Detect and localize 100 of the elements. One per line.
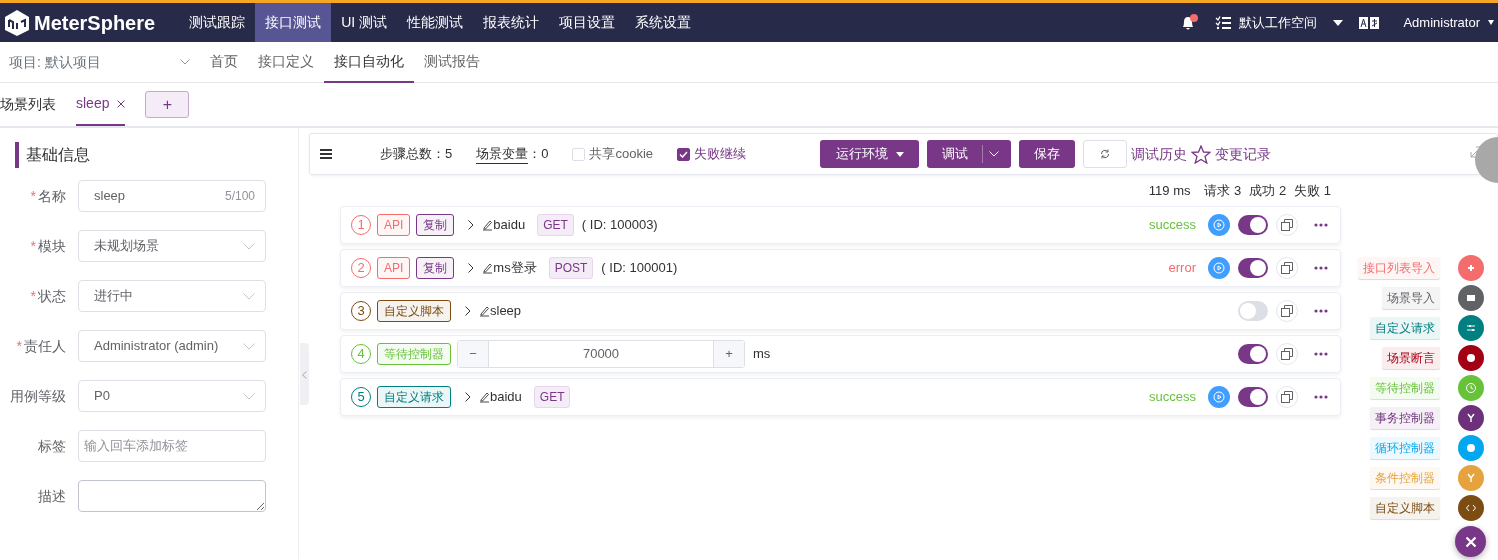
number-field[interactable]: − 70000 +	[457, 339, 745, 368]
scenario-tab[interactable]: sleep	[76, 83, 126, 126]
tab[interactable]: 首页	[200, 41, 248, 83]
checkbox[interactable]	[677, 147, 691, 161]
run-button[interactable]	[1208, 385, 1230, 408]
more-icon[interactable]	[1314, 351, 1328, 356]
decrement-button[interactable]: −	[458, 340, 488, 367]
add-step-button[interactable]	[1458, 345, 1484, 371]
tab[interactable]: 接口定义	[248, 41, 324, 83]
step-name: ms登录	[493, 258, 537, 277]
select-field[interactable]: Administrator (admin)	[78, 330, 266, 362]
chevron-right-icon[interactable]	[465, 391, 471, 402]
copy-icon	[1281, 304, 1293, 317]
copy-button[interactable]	[1276, 299, 1298, 322]
more-icon[interactable]	[1314, 394, 1328, 399]
run-button[interactable]	[1208, 213, 1230, 236]
toggle-switch[interactable]	[1238, 257, 1268, 278]
required-mark: *	[30, 237, 36, 254]
copy-button[interactable]	[1276, 213, 1298, 236]
nav-tab[interactable]: 测试跟踪	[179, 3, 256, 42]
tab[interactable]: 接口自动化	[324, 41, 414, 83]
logo-text: MeterSphere	[34, 10, 156, 36]
step-type-icon	[1465, 382, 1477, 394]
select-field[interactable]: P0	[78, 380, 266, 412]
step-id: ( ID: 100001)	[601, 258, 678, 277]
chevron-right-icon[interactable]	[468, 262, 475, 273]
toggle-switch[interactable]	[1238, 214, 1268, 235]
collapse-handle[interactable]	[300, 343, 309, 405]
nav-tab[interactable]: UI 测试	[331, 3, 398, 42]
debug-button[interactable]: 调试	[927, 140, 1012, 168]
input-field[interactable]: sleep 5/100	[78, 180, 266, 212]
save-button[interactable]: 保存	[1019, 140, 1076, 168]
caret-down-icon[interactable]	[1488, 19, 1494, 26]
menu-item[interactable]: 场景导入	[1382, 287, 1440, 309]
method-tag: GET	[537, 213, 574, 236]
changes-link[interactable]: 变更记录	[1215, 143, 1272, 165]
step-tag: 自定义请求	[377, 385, 451, 408]
copy-button[interactable]	[1276, 385, 1298, 408]
more-icon[interactable]	[1314, 308, 1328, 313]
add-step-button[interactable]	[1458, 315, 1484, 341]
menu-icon[interactable]	[320, 149, 332, 159]
menu-item[interactable]: 场景断言	[1382, 347, 1440, 369]
select-field[interactable]: 未规划场景	[78, 230, 266, 262]
stat-text: 119 ms	[1148, 182, 1191, 200]
translate-icon[interactable]	[1359, 16, 1380, 29]
textarea-field[interactable]	[78, 480, 266, 512]
play-icon	[1213, 390, 1225, 403]
project-selector[interactable]: 项目: 默认项目	[0, 51, 200, 73]
chevron-left-icon	[302, 370, 307, 379]
more-icon[interactable]	[1314, 265, 1328, 270]
edit-icon[interactable]	[479, 304, 490, 317]
nav-tab[interactable]: 接口测试	[255, 3, 332, 42]
chevron-down-icon	[243, 342, 255, 350]
run-button[interactable]	[1208, 256, 1230, 279]
copy-icon	[1281, 261, 1293, 274]
chevron-right-icon[interactable]	[465, 305, 471, 316]
copy-icon	[1281, 390, 1293, 403]
play-icon	[1213, 261, 1225, 274]
step-tag: 复制	[416, 256, 455, 279]
tab[interactable]: 测试报告	[414, 41, 490, 83]
close-menu-button[interactable]	[1455, 526, 1486, 557]
more-icon[interactable]	[1314, 222, 1328, 227]
edit-icon[interactable]	[482, 261, 494, 274]
edit-icon[interactable]	[479, 390, 490, 403]
close-icon[interactable]	[117, 99, 126, 108]
add-step-button[interactable]	[1458, 285, 1484, 311]
history-link[interactable]: 调试历史	[1131, 143, 1188, 165]
status-text: success	[1148, 387, 1196, 406]
menu-item[interactable]: 自定义脚本	[1370, 497, 1440, 519]
chevron-right-icon[interactable]	[468, 219, 475, 230]
workspace-selector[interactable]: 默认工作空间	[1239, 12, 1318, 33]
toggle-switch[interactable]	[1238, 300, 1268, 321]
star-icon[interactable]	[1191, 144, 1212, 164]
field-label: 名称	[38, 187, 66, 204]
copy-button[interactable]	[1276, 256, 1298, 279]
section-title: 基础信息	[15, 142, 298, 168]
increment-button[interactable]: +	[714, 340, 744, 367]
step-tag: 复制	[416, 213, 455, 236]
caret-down-icon[interactable]	[1333, 19, 1344, 26]
chevron-down-icon	[180, 59, 190, 65]
user-menu[interactable]: Administrator	[1403, 12, 1480, 33]
menu-item[interactable]: 自定义请求	[1370, 317, 1440, 339]
add-step-button[interactable]	[1458, 405, 1484, 431]
select-field[interactable]: 进行中	[78, 280, 266, 312]
nav-tab[interactable]: 性能测试	[397, 3, 474, 42]
method-tag: GET	[533, 385, 571, 408]
environment-button[interactable]: 运行环境	[820, 140, 920, 168]
menu-item[interactable]: 事务控制器	[1370, 407, 1440, 429]
nav-tab[interactable]: 项目设置	[549, 3, 626, 42]
nav-tab[interactable]: 报表统计	[473, 3, 550, 42]
copy-button[interactable]	[1276, 342, 1298, 365]
edit-icon[interactable]	[482, 218, 494, 231]
chevron-down-icon	[243, 392, 255, 400]
toggle-switch[interactable]	[1238, 343, 1268, 364]
variables-link[interactable]: 场景变量	[476, 143, 529, 165]
nav-tab[interactable]: 系统设置	[625, 3, 702, 42]
add-step-button[interactable]	[1458, 495, 1484, 521]
add-tab-button[interactable]: +	[145, 91, 190, 118]
checklist-icon[interactable]	[1215, 15, 1232, 30]
toggle-switch[interactable]	[1238, 386, 1268, 407]
